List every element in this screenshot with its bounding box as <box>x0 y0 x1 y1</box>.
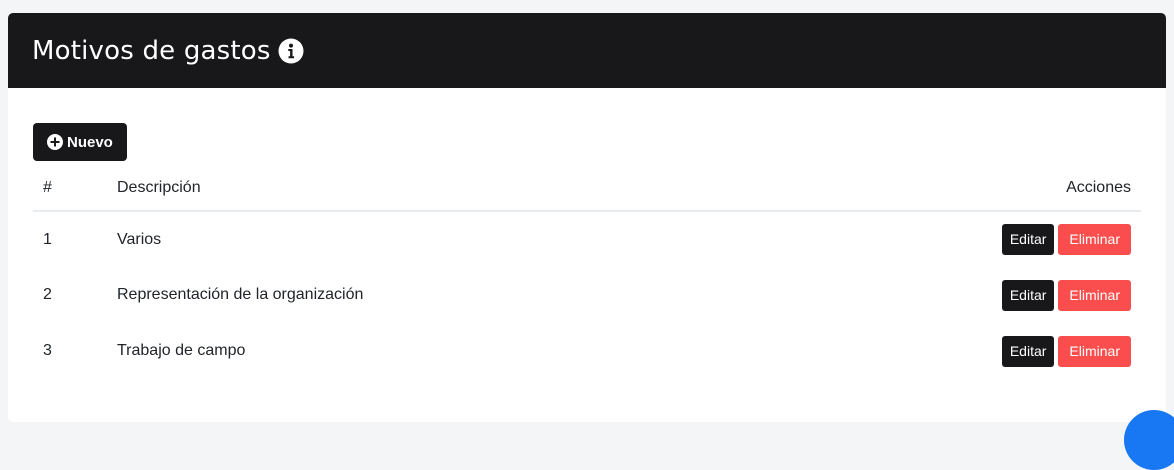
row-number: 1 <box>43 230 52 248</box>
new-button-label: Nuevo <box>67 133 113 151</box>
edit-button[interactable]: Editar <box>1001 279 1055 311</box>
info-circle-icon[interactable] <box>278 38 304 64</box>
expense-reasons-table: # Descripción Acciones 1 Varios Editar El… <box>33 166 1141 379</box>
page-title: Motivos de gastos <box>32 35 271 66</box>
new-button[interactable]: Nuevo <box>33 123 127 161</box>
edit-button[interactable]: Editar <box>1001 224 1055 255</box>
expense-reasons-card: Motivos de gastos Nuevo # Descripción Ac… <box>8 13 1166 422</box>
plus-circle-icon <box>47 134 63 150</box>
chat-fab-button[interactable] <box>1124 410 1174 470</box>
card-header: Motivos de gastos <box>8 13 1166 88</box>
row-actions: Editar Eliminar <box>770 267 1141 323</box>
delete-button[interactable]: Eliminar <box>1058 224 1131 255</box>
column-header-number: # <box>33 166 107 212</box>
row-number: 3 <box>43 342 52 359</box>
row-description: Representación de la organización <box>117 286 364 303</box>
row-actions: Editar Eliminar <box>770 323 1141 379</box>
table-row: 2 Representación de la organización Edit… <box>33 267 1141 323</box>
row-number: 2 <box>43 286 52 303</box>
column-header-description: Descripción <box>107 166 770 212</box>
table-header-row: # Descripción Acciones <box>33 166 1141 212</box>
table-row: 3 Trabajo de campo Editar Eliminar <box>33 323 1141 379</box>
delete-button[interactable]: Eliminar <box>1058 279 1131 311</box>
row-actions: Editar Eliminar <box>770 211 1141 267</box>
card-body: Nuevo # Descripción Acciones 1 Varios Ed… <box>8 88 1166 379</box>
row-description: Varios <box>117 230 162 248</box>
edit-button[interactable]: Editar <box>1001 335 1055 367</box>
table-row: 1 Varios Editar Eliminar <box>33 211 1141 267</box>
row-description: Trabajo de campo <box>117 342 246 359</box>
delete-button[interactable]: Eliminar <box>1058 335 1131 367</box>
column-header-actions: Acciones <box>769 166 1141 212</box>
